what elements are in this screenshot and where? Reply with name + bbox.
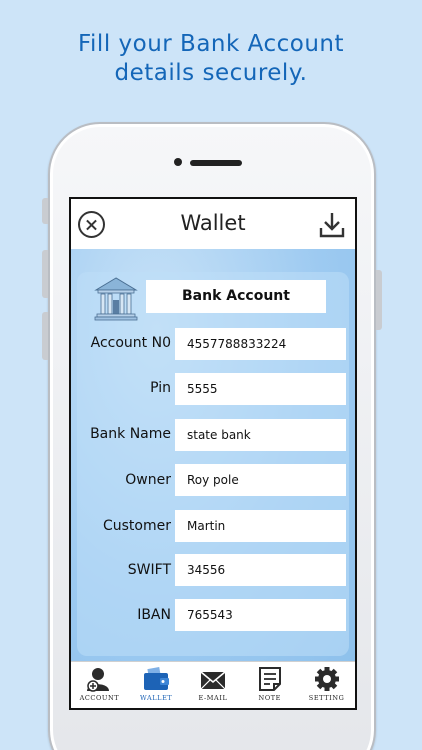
page-title: Wallet [180,211,246,235]
phone-camera [174,158,182,166]
bank-account-title: Bank Account [146,280,326,313]
tab-email-label: E-MAIL [198,694,228,702]
tab-note[interactable]: NOTE [241,662,298,708]
tab-email[interactable]: E-MAIL [185,662,242,708]
download-icon[interactable] [319,211,345,239]
tab-wallet-label: WALLET [140,694,173,702]
close-icon[interactable] [78,211,105,238]
customer-label: Customer [102,518,171,534]
gear-icon [314,667,339,691]
email-icon [200,671,226,690]
bank-name-label: Bank Name [90,426,171,442]
phone-volume-up [42,250,48,298]
phone-volume-down [42,312,48,360]
top-bar: Wallet [71,199,355,249]
tab-setting-label: SETTING [308,694,345,702]
headline: Fill your Bank Account details securely. [0,30,422,88]
owner-label: Owner [125,472,171,488]
account-icon [87,668,110,692]
swift-label: SWIFT [127,562,171,578]
owner-field[interactable]: Roy pole [175,464,346,496]
headline-line-1: Fill your Bank Account [77,31,344,57]
tab-account[interactable]: ACCOUNT [71,662,128,708]
wallet-icon [144,667,170,690]
pin-field[interactable]: 5555 [175,373,346,405]
tab-wallet[interactable]: WALLET [128,662,185,708]
phone-screen: Wallet Bank Account Account N0 455778883… [69,197,357,710]
iban-label: IBAN [137,607,171,623]
tab-setting[interactable]: SETTING [298,662,355,708]
phone-silent-switch [42,198,48,224]
tab-account-label: ACCOUNT [79,694,120,702]
bank-icon [93,276,139,322]
note-icon [258,667,281,691]
swift-field[interactable]: 34556 [175,554,346,586]
customer-field[interactable]: Martin [175,510,346,542]
tab-note-label: NOTE [258,694,282,702]
bank-name-field[interactable]: state bank [175,419,346,451]
account-number-field[interactable]: 4557788833224 [175,328,346,360]
tab-bar: ACCOUNT WALLET E-MAIL NOTE SETTING [71,661,355,708]
pin-label: Pin [150,380,171,396]
account-number-label: Account N0 [90,335,171,351]
phone-power-button [376,270,382,330]
headline-line-2: details securely. [114,60,308,86]
phone-speaker [190,160,242,166]
iban-field[interactable]: 765543 [175,599,346,631]
